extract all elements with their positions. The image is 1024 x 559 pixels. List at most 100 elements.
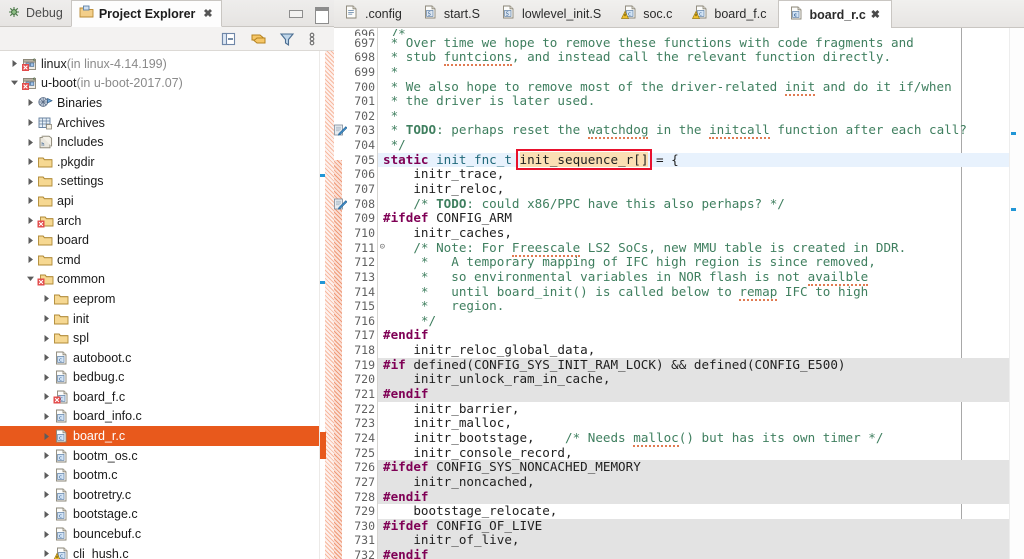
chevron-right-icon[interactable] (40, 392, 53, 401)
code-line[interactable]: /* TODO: could x86/PPC have this also pe… (378, 196, 1024, 212)
code-line[interactable]: * region. (378, 298, 1024, 314)
code-line[interactable]: * (378, 64, 1024, 80)
code-line[interactable]: */ (378, 137, 1024, 153)
chevron-right-icon[interactable] (40, 294, 53, 303)
code-line[interactable]: #endif (378, 489, 1024, 505)
code-line[interactable]: #endif (378, 547, 1024, 559)
quick-fix-icon[interactable] (334, 124, 348, 137)
code-line[interactable]: #ifdef CONFIG_OF_LIVE (378, 518, 1024, 534)
editor-tab-start-s[interactable]: Sstart.S (413, 0, 491, 27)
tree-item-cmd[interactable]: cmd (0, 250, 334, 270)
code-line[interactable]: static init_fnc_t init_sequence_r[] = { (378, 151, 1024, 168)
chevron-right-icon[interactable] (8, 59, 21, 68)
code-line[interactable]: #ifdef CONFIG_ARM (378, 211, 1024, 226)
tree-item-includes[interactable]: h Includes (0, 132, 334, 152)
code-line[interactable]: initr_caches, (378, 225, 1024, 241)
overview-ruler-mark[interactable] (1011, 208, 1016, 211)
code-line[interactable]: #if defined(CONFIG_SYS_INIT_RAM_LOCK) &&… (378, 357, 1024, 373)
tree-item-common[interactable]: common (0, 270, 334, 290)
link-with-editor-icon[interactable] (250, 31, 266, 47)
code-line[interactable]: * We also hope to remove most of the dri… (378, 78, 1024, 96)
editor-tab-board-r-c[interactable]: c board_r.c ✖ (777, 0, 892, 28)
chevron-right-icon[interactable] (24, 157, 37, 166)
code-line[interactable]: initr_noncached, (378, 474, 1024, 490)
tree-item-eeprom[interactable]: eeprom (0, 289, 334, 309)
tree-item-settings[interactable]: .settings (0, 172, 334, 192)
chevron-right-icon[interactable] (40, 510, 53, 519)
tree-item-archives[interactable]: Archives (0, 113, 334, 133)
tree-item-linux[interactable]: c linux (in linux-4.14.199) (0, 54, 334, 74)
tree-item-bedbug-c[interactable]: c bedbug.c (0, 368, 334, 388)
code-line[interactable]: initr_console_record, (378, 445, 1024, 461)
code-line[interactable]: initr_reloc_global_data, (378, 342, 1024, 358)
code-line[interactable]: /* Note: For Freescale LS2 SoCs, new MMU… (378, 239, 1024, 257)
code-line[interactable]: * TODO: perhaps reset the watchdog in th… (378, 122, 1024, 140)
chevron-down-icon[interactable] (8, 79, 21, 87)
minimize-button[interactable] (288, 6, 303, 20)
editor-tab-lowlevel-init-s[interactable]: Slowlevel_init.S (491, 0, 612, 27)
editor-overview-ruler[interactable] (1009, 28, 1024, 559)
tree-item-bootretry-c[interactable]: c bootretry.c (0, 485, 334, 505)
code-line[interactable]: */ (378, 313, 1024, 329)
tree-item-bootm-os-c[interactable]: c bootm_os.c (0, 446, 334, 466)
editor-tab-soc-c[interactable]: c soc.c (612, 0, 683, 27)
chevron-right-icon[interactable] (24, 216, 37, 225)
chevron-right-icon[interactable] (40, 471, 53, 480)
chevron-right-icon[interactable] (24, 138, 37, 147)
tree-item-board[interactable]: board (0, 230, 334, 250)
sidebar-overview-ruler[interactable] (319, 51, 334, 559)
tree-item-arch[interactable]: arch (0, 211, 334, 231)
chevron-right-icon[interactable] (40, 490, 53, 499)
code-line[interactable]: initr_of_live, (378, 533, 1024, 549)
tree-item-init[interactable]: init (0, 309, 334, 329)
maximize-button[interactable] (314, 6, 329, 24)
code-line[interactable]: * A temporary mapping of IFC high region… (378, 254, 1024, 270)
code-line[interactable]: initr_unlock_ram_in_cache, (378, 372, 1024, 388)
code-line[interactable]: #endif (378, 386, 1024, 402)
chevron-right-icon[interactable] (40, 530, 53, 539)
project-tree[interactable]: c linux (in linux-4.14.199) c u-boot (in u-… (0, 51, 334, 559)
chevron-right-icon[interactable] (40, 314, 53, 323)
tree-item-api[interactable]: api (0, 191, 334, 211)
chevron-right-icon[interactable] (24, 177, 37, 186)
chevron-right-icon[interactable] (40, 334, 53, 343)
chevron-right-icon[interactable] (24, 255, 37, 264)
code-text[interactable]: /* * Over time we hope to remove these f… (378, 28, 1024, 559)
chevron-right-icon[interactable] (40, 373, 53, 382)
code-viewport[interactable]: 696⊝697698699700701702703704705706707708… (334, 28, 1024, 559)
code-line[interactable]: #endif (378, 328, 1024, 343)
chevron-down-icon[interactable] (24, 275, 37, 283)
tree-item-board-info-c[interactable]: c board_info.c (0, 407, 334, 427)
code-line[interactable]: * stub funtcions, and instead call the r… (378, 49, 1024, 67)
code-line[interactable]: initr_trace, (378, 167, 1024, 182)
code-line[interactable]: #ifdef CONFIG_SYS_NONCACHED_MEMORY (378, 459, 1024, 475)
code-line[interactable]: * the driver is later used. (378, 93, 1024, 109)
chevron-right-icon[interactable] (40, 549, 53, 558)
tree-item-u-boot[interactable]: c u-boot (in u-boot-2017.07) (0, 74, 334, 94)
chevron-right-icon[interactable] (24, 98, 37, 107)
editor-tab-board-f-c[interactable]: c board_f.c (683, 0, 777, 27)
tree-item-bouncebuf-c[interactable]: c bouncebuf.c (0, 524, 334, 544)
code-line[interactable]: * so environmental variables in NOR flas… (378, 268, 1024, 286)
chevron-right-icon[interactable] (24, 236, 37, 245)
chevron-right-icon[interactable] (40, 451, 53, 460)
tree-item-binaries[interactable]: Binaries (0, 93, 334, 113)
tree-item-cli-hush-c[interactable]: c cli_hush.c (0, 544, 334, 559)
view-menu-icon[interactable] (308, 31, 324, 47)
tree-item-bootstage-c[interactable]: c bootstage.c (0, 505, 334, 525)
chevron-right-icon[interactable] (40, 432, 53, 441)
quick-fix-icon[interactable] (334, 198, 348, 210)
tree-item-bootm-c[interactable]: c bootm.c (0, 465, 334, 485)
chevron-right-icon[interactable] (24, 118, 37, 127)
tree-item-board-f-c[interactable]: c board_f.c (0, 387, 334, 407)
code-line[interactable]: * Over time we hope to remove these func… (378, 35, 1024, 51)
editor-tab-config[interactable]: .config (334, 0, 413, 27)
close-icon[interactable]: ✖ (203, 7, 212, 20)
chevron-right-icon[interactable] (40, 353, 53, 362)
collapse-all-icon[interactable] (221, 31, 237, 47)
filter-funnel-icon[interactable] (279, 31, 295, 47)
chevron-right-icon[interactable] (40, 412, 53, 421)
tree-item-spl[interactable]: spl (0, 328, 334, 348)
tree-item-pkgdir[interactable]: .pkgdir (0, 152, 334, 172)
code-line[interactable]: initr_reloc, (378, 181, 1024, 197)
